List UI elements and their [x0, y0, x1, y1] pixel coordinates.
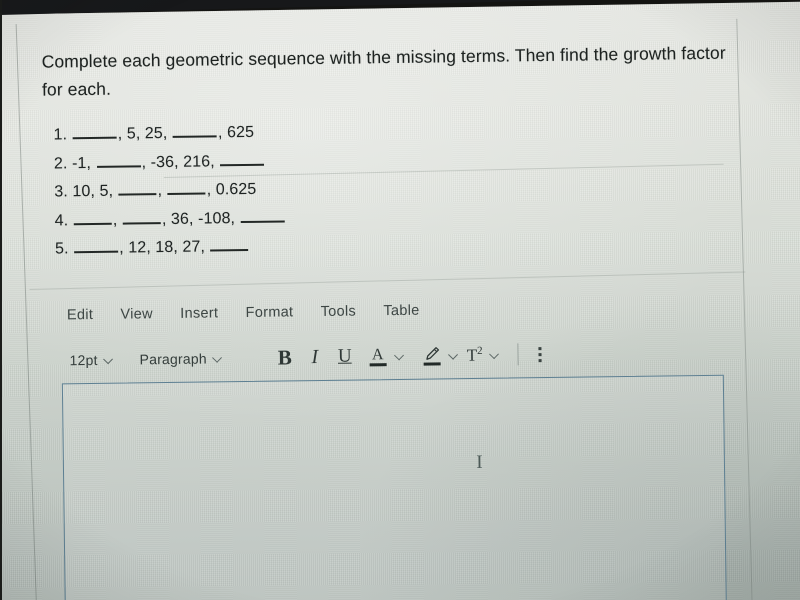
- problem-number: 1.: [53, 126, 68, 144]
- menu-item-view[interactable]: View: [120, 306, 153, 322]
- kebab-dot: [538, 352, 542, 356]
- answer-blank[interactable]: [167, 181, 206, 195]
- problem-number: 4.: [54, 211, 69, 229]
- menu-item-format[interactable]: Format: [246, 304, 294, 321]
- answer-blank[interactable]: [240, 208, 285, 223]
- superscript-button[interactable]: T2: [467, 345, 483, 366]
- menu-item-insert[interactable]: Insert: [180, 305, 218, 321]
- text-color-swatch: [369, 362, 387, 366]
- list-item: 4. , , 36, -108,: [55, 204, 286, 236]
- answer-blank[interactable]: [172, 124, 218, 138]
- block-format-value: Paragraph: [139, 350, 207, 368]
- highlighter-pen-icon: [426, 346, 439, 360]
- editor-menubar: Edit View Insert Format Tools Table: [67, 302, 443, 324]
- answer-blank[interactable]: [96, 153, 141, 168]
- rich-text-editor-area[interactable]: [61, 374, 727, 600]
- chevron-down-icon: [214, 354, 223, 363]
- problem-list: 1. , 5, 25, , 625 2. -1, , -36, 216, 3. …: [53, 118, 286, 264]
- answer-blank[interactable]: [220, 152, 265, 166]
- chevron-down-icon[interactable]: [396, 351, 405, 360]
- answer-blank[interactable]: [210, 237, 249, 252]
- toolbar-divider: [517, 343, 519, 366]
- problem-number: 3.: [54, 183, 69, 201]
- kebab-dot: [538, 346, 542, 350]
- photo-of-screen: Complete each geometric sequence with th…: [0, 0, 800, 600]
- menu-item-tools[interactable]: Tools: [321, 304, 357, 320]
- text-color-letter: A: [371, 345, 384, 363]
- superscript-letter: T: [466, 345, 478, 365]
- highlight-color-button[interactable]: [421, 342, 443, 368]
- font-size-select[interactable]: 12pt: [69, 351, 114, 369]
- chevron-down-icon[interactable]: [450, 351, 459, 360]
- highlight-color-swatch: [423, 361, 441, 366]
- underline-button[interactable]: U: [331, 344, 359, 370]
- problem-number: 5.: [54, 240, 69, 258]
- text-cursor-icon: I: [476, 451, 483, 473]
- answer-blank[interactable]: [118, 182, 157, 196]
- text-color-button[interactable]: A: [367, 343, 389, 369]
- list-item: 2. -1, , -36, 216,: [54, 147, 285, 179]
- list-item: 1. , 5, 25, , 625: [53, 123, 255, 144]
- answer-blank[interactable]: [122, 210, 161, 225]
- more-options-icon[interactable]: [533, 344, 548, 365]
- list-item: 3. 10, 5, , , 0.625: [54, 180, 257, 201]
- editor-toolbar: 12pt Paragraph B I U A T2: [69, 341, 547, 373]
- font-size-value: 12pt: [69, 351, 98, 369]
- list-item: 5. , 12, 18, 27,: [55, 232, 286, 264]
- chevron-down-icon[interactable]: [491, 350, 500, 359]
- kebab-dot: [538, 358, 542, 362]
- bold-button[interactable]: B: [271, 344, 299, 370]
- menu-item-table[interactable]: Table: [383, 303, 419, 319]
- answer-blank[interactable]: [72, 125, 117, 140]
- page-content: Complete each geometric sequence with th…: [0, 0, 800, 600]
- answer-blank[interactable]: [74, 239, 119, 254]
- page-title: Complete each geometric sequence with th…: [41, 42, 726, 100]
- italic-button[interactable]: I: [301, 344, 329, 370]
- block-format-select[interactable]: Paragraph: [140, 350, 223, 367]
- superscript-exponent: 2: [477, 344, 483, 357]
- problem-number: 2.: [53, 154, 68, 172]
- menu-item-edit[interactable]: Edit: [67, 307, 93, 323]
- screen-bezel-left: [0, 0, 2, 600]
- chevron-down-icon: [105, 355, 114, 364]
- answer-blank[interactable]: [73, 211, 112, 225]
